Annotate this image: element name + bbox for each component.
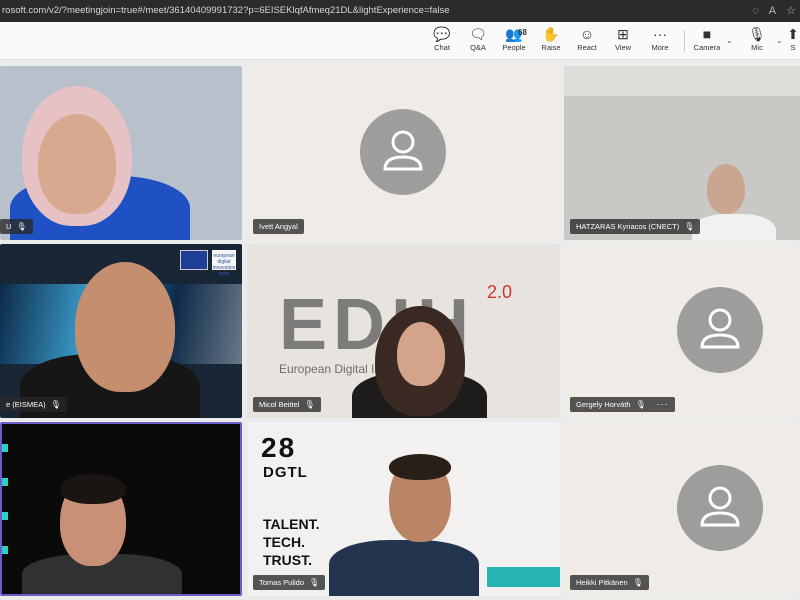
participant-name-tag: Tomas Pulido 🎙 — [253, 575, 326, 590]
camera-button[interactable]: ■ Camera — [690, 25, 724, 52]
react-button[interactable]: ☺ React — [570, 25, 604, 52]
participant-name-tag: e (EISMEA) 🎙 — [0, 397, 67, 412]
edih-badge: european digital innovation hubs — [212, 250, 236, 277]
person-icon — [700, 308, 740, 349]
dgtl-line-talent: TALENT. — [263, 516, 320, 532]
raise-hand-icon: ✋ — [542, 26, 560, 42]
participant-name-tag: HATZARAS Kyriacos (CNECT) 🎙 — [570, 219, 701, 234]
dgtl-number: 28 — [261, 432, 297, 463]
chat-button[interactable]: 💬 Chat — [425, 25, 459, 52]
meeting-toolbar: 💬 Chat 🗨 Q&A 👥 68 People ✋ Raise ☺ React… — [0, 22, 800, 60]
mic-muted-icon: 🎙 — [684, 222, 695, 231]
chat-icon: 💬 — [433, 26, 451, 42]
video-tile-4[interactable]: european digital innovation hubs e (EISM… — [0, 244, 242, 418]
view-icon: ⊞ — [617, 26, 629, 42]
qa-icon: 🗨 — [469, 26, 487, 42]
avatar — [360, 109, 446, 195]
participant-name-tag: Gergely Horváth 🎙 ··· — [570, 397, 675, 412]
dgtl-brand: DGTL — [263, 464, 308, 481]
mic-muted-icon: 🎙 — [16, 222, 27, 231]
video-tile-2[interactable]: Ivett Angyal — [247, 66, 560, 240]
edih-version: 2.0 — [487, 282, 513, 302]
toolbar-separator — [684, 30, 685, 52]
favorite-icon[interactable]: ☆ — [786, 0, 796, 22]
participant-name-tag: Ivett Angyal — [253, 219, 304, 234]
video-tile-6[interactable]: Gergely Horváth 🎙 ··· — [564, 244, 800, 418]
share-button[interactable]: ⬆ S — [786, 25, 800, 52]
react-icon: ☺ — [579, 26, 595, 42]
browser-address-bar[interactable]: rosoft.com/v2/?meetingjoin=true#/meet/36… — [0, 0, 800, 22]
view-button[interactable]: ⊞ View — [606, 25, 640, 52]
person-icon — [700, 486, 740, 527]
participant-video — [692, 214, 776, 240]
more-button[interactable]: ··· More — [643, 25, 677, 52]
camera-options-chevron-icon[interactable]: ⌄ — [726, 36, 733, 45]
mic-muted-icon: 🎙 — [309, 578, 320, 587]
video-tile-7[interactable] — [0, 422, 242, 596]
participant-name-tag: Heikki Pitkänen 🎙 — [570, 575, 649, 590]
mic-button[interactable]: 🎙 Mic — [740, 25, 774, 52]
mic-off-icon: 🎙 — [748, 26, 766, 42]
raise-hand-button[interactable]: ✋ Raise — [534, 25, 568, 52]
video-tile-8[interactable]: 28 DGTL TALENT. TECH. TRUST. Tomas Pulid… — [247, 422, 560, 596]
address-bar-icons: ◌ A ☆ — [752, 0, 796, 22]
url-text: rosoft.com/v2/?meetingjoin=true#/meet/36… — [2, 5, 450, 16]
people-button[interactable]: 👥 68 People — [497, 25, 531, 52]
more-options-icon[interactable]: ··· — [657, 397, 669, 412]
qa-button[interactable]: 🗨 Q&A — [461, 25, 495, 52]
participant-name-tag: U 🎙 — [0, 219, 33, 234]
eye-off-icon[interactable]: ◌ — [752, 0, 759, 22]
more-icon: ··· — [653, 26, 667, 42]
mic-muted-icon: 🎙 — [632, 578, 643, 587]
dgtl-line-trust: TRUST. — [263, 552, 312, 568]
read-aloud-icon[interactable]: A — [769, 0, 776, 22]
mic-options-chevron-icon[interactable]: ⌄ — [776, 36, 783, 45]
camera-icon: ■ — [702, 26, 712, 42]
person-icon — [383, 130, 423, 171]
participant-video — [329, 540, 479, 596]
mic-muted-icon: 🎙 — [50, 400, 61, 409]
mic-muted-icon: 🎙 — [304, 400, 315, 409]
video-tile-5[interactable]: EDIH 2.0 European Digital Inn d Region M… — [247, 244, 560, 418]
avatar — [677, 465, 763, 551]
video-tile-1[interactable]: U 🎙 — [0, 66, 242, 240]
eu-flag-icon — [180, 250, 208, 270]
avatar — [677, 287, 763, 373]
share-icon: ⬆ — [787, 26, 799, 42]
participant-name-tag: Micol Beittel 🎙 — [253, 397, 321, 412]
video-tile-3[interactable]: HATZARAS Kyriacos (CNECT) 🎙 — [564, 66, 800, 240]
dgtl-line-tech: TECH. — [263, 534, 305, 550]
video-tile-9[interactable]: Heikki Pitkänen 🎙 — [564, 422, 800, 596]
mic-muted-icon: 🎙 — [635, 400, 646, 409]
people-count: 68 — [518, 28, 527, 37]
